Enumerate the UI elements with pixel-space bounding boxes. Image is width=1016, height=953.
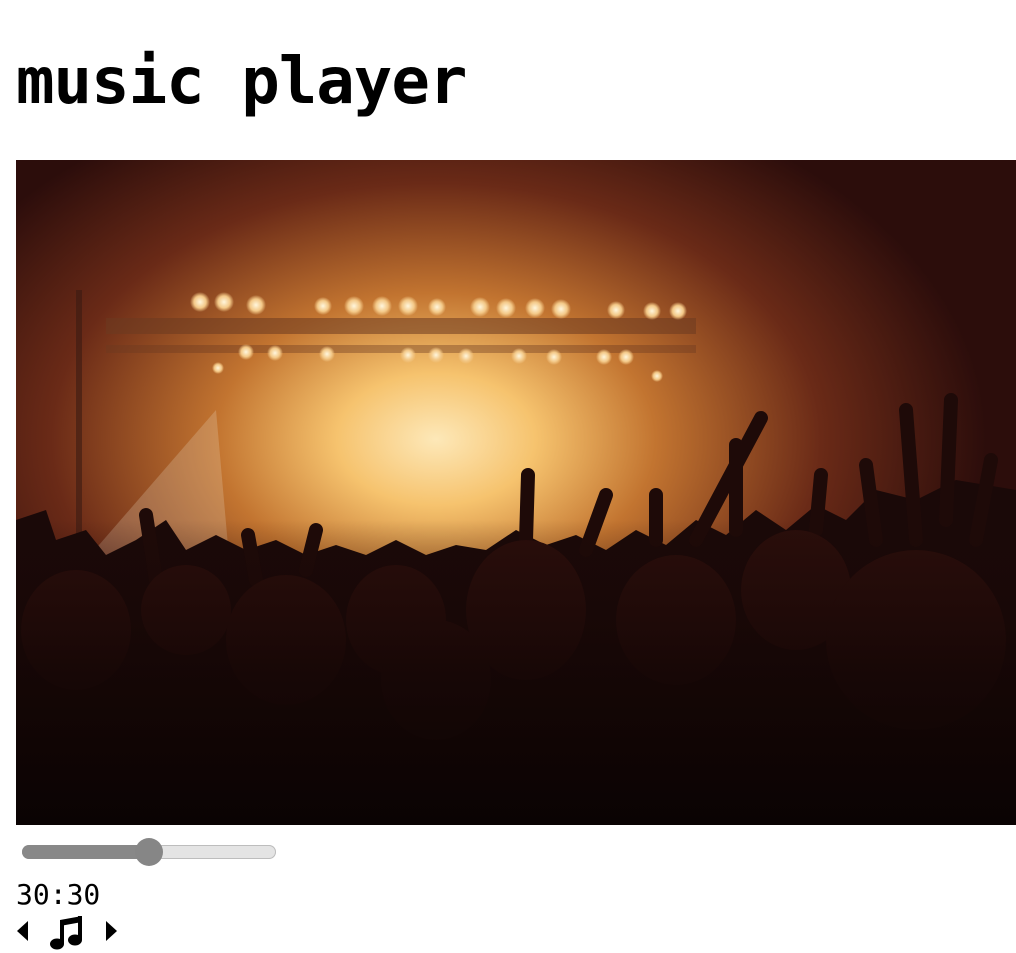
page-title: music player	[16, 45, 467, 119]
caret-left-icon[interactable]	[16, 920, 30, 942]
progress-fill	[22, 845, 149, 859]
album-cover-image	[16, 160, 1016, 825]
time-display: 30:30	[16, 878, 101, 911]
progress-slider[interactable]	[22, 838, 276, 866]
caret-right-icon[interactable]	[104, 920, 118, 942]
progress-thumb[interactable]	[135, 838, 163, 866]
music-note-icon[interactable]	[50, 916, 86, 950]
